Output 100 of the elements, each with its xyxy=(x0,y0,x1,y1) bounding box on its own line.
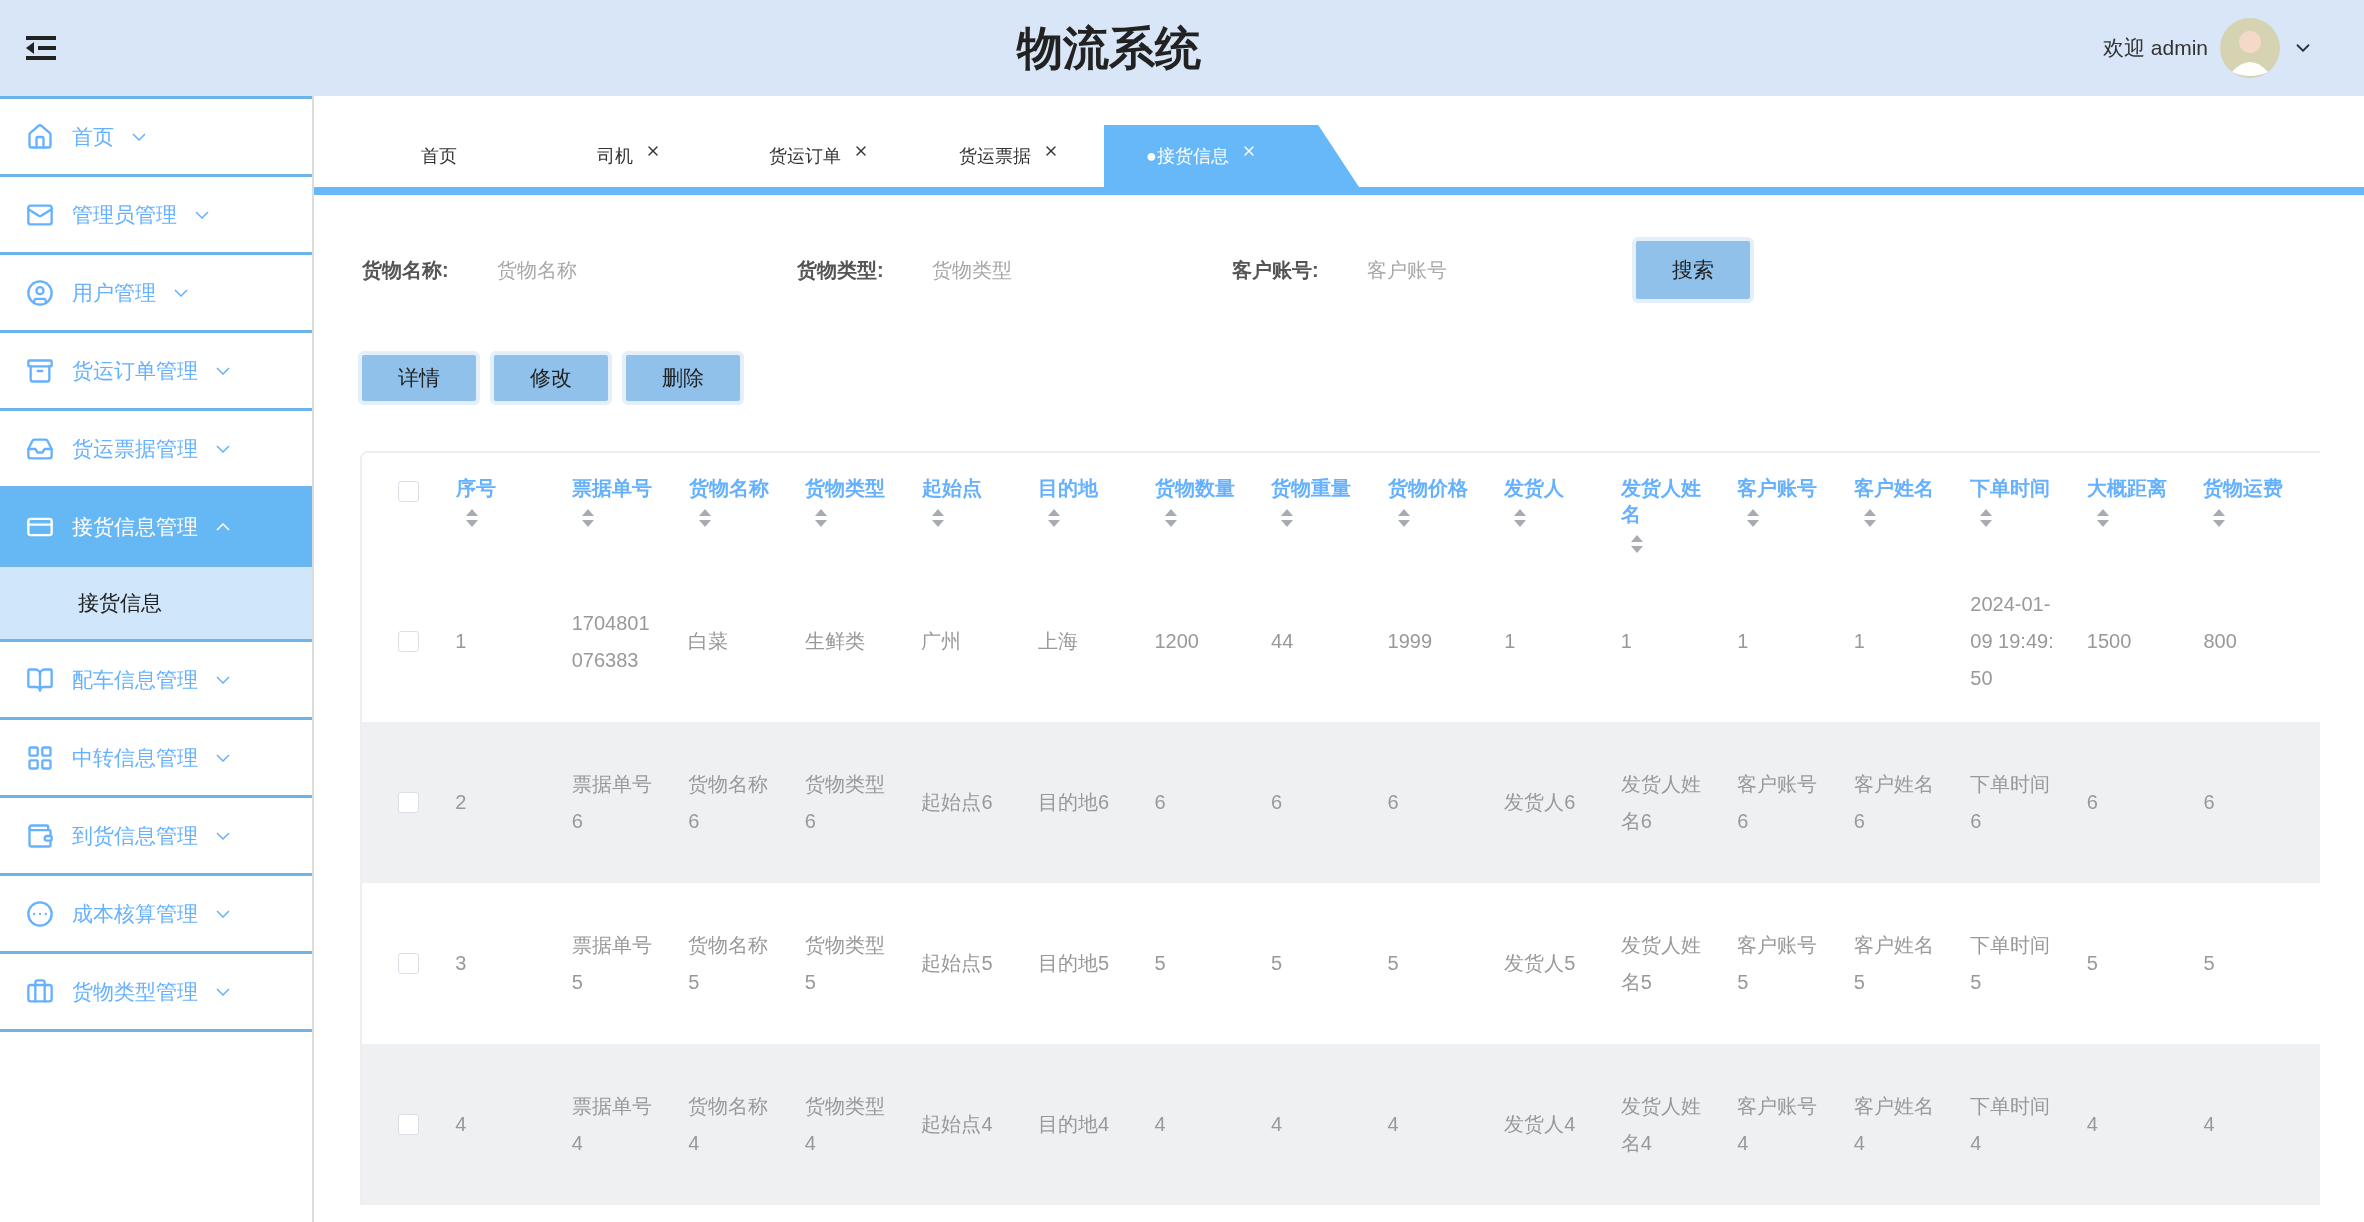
table-cell-text: 1999 xyxy=(1387,629,1434,654)
table-row[interactable]: 2 票据单号6 货物名称6 货物类型6 起始点6 目的地6 6 6 6 发货人6 发货人姓名6 客户账号6 客户姓名6 下单时间6 6 6 xyxy=(362,722,2320,883)
table-cell-text: 下单时间4 xyxy=(1970,1093,2052,1156)
sidebar-menu-item[interactable]: 货运票据管理 xyxy=(0,411,312,486)
column-header: 目的地 xyxy=(1038,476,1099,501)
avatar[interactable] xyxy=(2220,18,2280,78)
column-header: 货物价格 xyxy=(1387,476,1468,501)
table-cell-text: 3 xyxy=(455,951,468,976)
column-header: 货物重量 xyxy=(1271,476,1352,501)
search-field[interactable]: 客户账号 xyxy=(1367,248,1627,292)
app-title: 物流系统 xyxy=(1017,20,1202,76)
table-cell-text: 1 xyxy=(1737,629,1750,654)
tab[interactable]: ●接货信息 xyxy=(1104,125,1359,187)
table-cell-text: 票据单号6 xyxy=(571,771,653,834)
table-cell-text: 2024-01-09 19:49:50 xyxy=(1970,592,2055,691)
column-header: 序号 xyxy=(455,476,496,501)
table-cell-text: 5 xyxy=(2086,951,2099,976)
column-header: 发货人姓名 xyxy=(1620,476,1702,527)
table-row[interactable]: 4 票据单号4 货物名称4 货物类型4 起始点4 目的地4 4 4 4 发货人4 发货人姓名4 客户账号4 客户姓名4 下单时间4 4 4 xyxy=(362,1044,2320,1205)
table-cell-text: 目的地6 xyxy=(1037,790,1111,815)
field-label: 货物名称: xyxy=(362,258,450,283)
table-cell-text: 起始点5 xyxy=(921,951,994,976)
caret-icon xyxy=(216,987,230,996)
table-cell-text: 货物名称4 xyxy=(688,1093,770,1156)
menu-collapse-icon[interactable] xyxy=(26,36,56,60)
search-field[interactable]: 货物名称 xyxy=(497,248,757,292)
tab[interactable]: 首页 xyxy=(344,125,534,187)
action-button[interactable]: 详情 xyxy=(358,351,480,405)
column-header: 发货人 xyxy=(1504,476,1565,501)
checkbox[interactable] xyxy=(398,792,420,813)
table-cell-text: 6 xyxy=(1387,790,1400,815)
table-cell-text: 客户账号6 xyxy=(1737,771,1819,834)
table-cell-text: 1200 xyxy=(1154,629,1200,654)
column-header: 下单时间 xyxy=(1970,476,2051,501)
checkbox[interactable] xyxy=(398,631,420,652)
column-header: 客户账号 xyxy=(1737,476,1818,501)
checkbox[interactable] xyxy=(398,1114,420,1135)
table-cell-text: 5 xyxy=(2203,951,2216,976)
table-cell-text: 44 xyxy=(1271,629,1295,654)
sidebar-menu-item[interactable]: 货物类型管理 xyxy=(0,954,312,1029)
sidebar-menu-item[interactable]: 用户管理 xyxy=(0,255,312,330)
tab[interactable]: 货运订单 xyxy=(724,125,914,187)
table-cell-text: 票据单号5 xyxy=(571,932,653,995)
action-button[interactable]: 删除 xyxy=(622,351,744,405)
table-cell-text: 6 xyxy=(1271,790,1284,815)
archive-icon xyxy=(26,356,54,385)
table-cell-text: 4 xyxy=(1271,1112,1284,1137)
table-cell-text: 起始点6 xyxy=(921,790,994,815)
table-cell-text: 4 xyxy=(1154,1112,1167,1137)
caret-icon xyxy=(216,675,230,684)
sidebar-menu-item[interactable]: 成本核算管理 xyxy=(0,876,312,951)
table-cell-text: 1 xyxy=(455,629,468,654)
table-cell-text: 发货人5 xyxy=(1504,951,1577,976)
table-cell-text: 广州 xyxy=(921,629,963,654)
table-cell-text: 4 xyxy=(455,1112,468,1137)
table-cell-text: 目的地5 xyxy=(1037,951,1111,976)
table-cell-text: 6 xyxy=(2203,790,2216,815)
caret-icon xyxy=(216,831,230,840)
checkbox[interactable] xyxy=(398,953,420,974)
welcome-text: 欢迎 admin xyxy=(2102,35,2208,62)
table-cell-text: 货物名称6 xyxy=(688,771,770,834)
table-cell-text: 1 xyxy=(1853,629,1866,654)
column-header: 大概距离 xyxy=(2086,476,2167,501)
tab[interactable]: 司机 xyxy=(534,125,724,187)
table-cell-text: 下单时间6 xyxy=(1970,771,2052,834)
table-cell-text: 5 xyxy=(1154,951,1167,976)
table-cell-text: 货物类型5 xyxy=(804,932,886,995)
dots-circle-icon xyxy=(26,899,54,928)
column-header: 票据单号 xyxy=(572,476,653,501)
column-header: 货物类型 xyxy=(805,476,886,501)
sidebar-submenu-item[interactable]: 接货信息 xyxy=(0,564,312,639)
search-button[interactable]: 搜索 xyxy=(1632,237,1754,303)
caret-icon xyxy=(216,366,230,375)
table-cell-text: 生鲜类 xyxy=(804,629,866,654)
table-cell-text: 5 xyxy=(1271,951,1284,976)
sidebar-menu-item[interactable]: 配车信息管理 xyxy=(0,642,312,717)
action-button[interactable]: 修改 xyxy=(490,351,612,405)
table-cell-text: 目的地4 xyxy=(1037,1112,1111,1137)
column-header: 客户姓名 xyxy=(1853,476,1934,501)
table-cell-text: 发货人6 xyxy=(1504,790,1577,815)
sidebar-menu-item[interactable]: 货运订单管理 xyxy=(0,333,312,408)
sidebar-menu-item[interactable]: 中转信息管理 xyxy=(0,720,312,795)
table-cell-text: 发货人4 xyxy=(1504,1112,1577,1137)
table-cell-text: 2 xyxy=(455,790,468,815)
column-header: 起始点 xyxy=(921,476,982,501)
sidebar-menu-item[interactable]: 到货信息管理 xyxy=(0,798,312,873)
table-cell-text: 货物名称5 xyxy=(688,932,770,995)
table-cell-text: 800 xyxy=(2203,629,2238,654)
table-cell-text: 1 xyxy=(1504,629,1517,654)
search-field[interactable]: 货物类型 xyxy=(932,248,1192,292)
table-cell-text: 票据单号4 xyxy=(571,1093,653,1156)
tab[interactable]: 货运票据 xyxy=(914,125,1104,187)
checkbox[interactable] xyxy=(398,481,420,502)
sidebar-menu-item[interactable]: 管理员管理 xyxy=(0,177,312,252)
field-label: 货物类型: xyxy=(797,258,885,283)
table-cell-text: 上海 xyxy=(1037,629,1079,654)
table-cell-text: 1704801076383 xyxy=(571,610,651,673)
sidebar-menu-item[interactable]: 接货信息管理 xyxy=(0,489,312,564)
sidebar-menu-item[interactable]: 首页 xyxy=(0,99,312,174)
table-cell-text: 白菜 xyxy=(688,629,730,654)
